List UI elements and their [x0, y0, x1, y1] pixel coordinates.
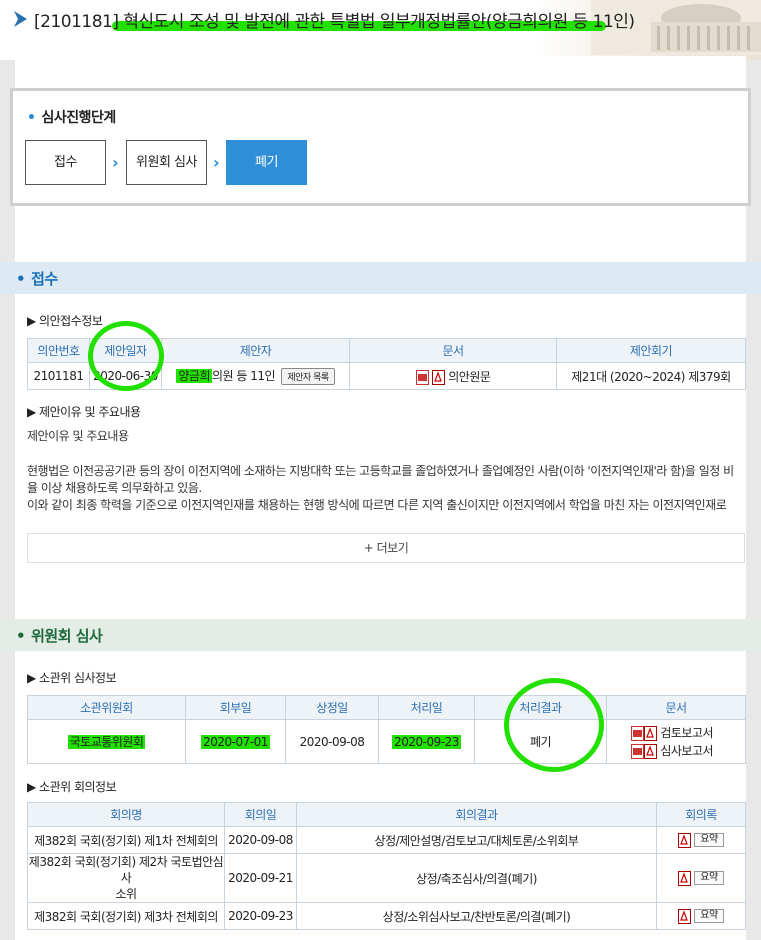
column-header: 문서 — [349, 338, 557, 363]
step-committee-review[interactable]: 위원회 심사 — [126, 140, 207, 185]
column-header: 소관위원회 — [27, 695, 186, 720]
committee-name: 국토교통위원회 — [27, 719, 186, 764]
bill-info-heading: ▶ 의안접수정보 — [27, 314, 103, 328]
chevron-right-icon: › — [213, 153, 220, 172]
page-header: [2101181] 혁신도시 조성 및 발전에 관한 특별법 일부개정법률안(양… — [0, 0, 761, 60]
column-header: 회의일 — [224, 802, 297, 827]
chevron-right-icon: › — [112, 153, 119, 172]
column-header: 회의명 — [27, 802, 225, 827]
pdf-file-icon[interactable] — [431, 369, 445, 385]
meeting-info-table: 회의명 회의일 회의결과 회의록 제382회 국회(정기회) 제1차 전체회의 … — [27, 802, 746, 930]
meeting-result: 상정/소위심사보고/찬반토론/의결(폐기) — [296, 902, 657, 930]
meeting-result: 상정/축조심사/의결(폐기) — [296, 853, 657, 903]
section-title: 위원회 심사 — [31, 627, 103, 645]
meeting-date: 2020-09-23 — [224, 902, 297, 930]
summary-button[interactable]: 요약 — [694, 871, 724, 885]
pdf-file-icon[interactable] — [644, 743, 657, 759]
meeting-info-heading: ▶ 소관위 회의정보 — [27, 780, 117, 794]
step-receipt[interactable]: 접수 — [25, 140, 106, 185]
pdf-file-icon[interactable] — [678, 832, 692, 848]
minutes-cell: 요약 — [656, 826, 746, 854]
column-header: 제안자 — [161, 338, 350, 363]
proposer-list-button[interactable]: 제안자 목록 — [281, 368, 335, 385]
proposer-name[interactable]: 양금희 — [176, 369, 212, 383]
meeting-name: 제382회 국회(정기회) 제3차 전체회의 — [27, 902, 225, 930]
column-header: 상정일 — [285, 695, 379, 720]
committee-info-table: 소관위원회 회부일 상정일 처리일 처리결과 문서 국토교통위원회 2020-0… — [27, 695, 746, 764]
highlight-circle — [504, 678, 604, 772]
show-more-button[interactable]: + 더보기 — [27, 533, 745, 563]
page-title: [2101181] 혁신도시 조성 및 발전에 관한 특별법 일부개정법률안(양… — [34, 12, 635, 32]
hwp-file-icon[interactable] — [415, 369, 429, 385]
pdf-file-icon[interactable] — [644, 725, 657, 741]
committee-info-heading: ▶ 소관위 심사정보 — [27, 671, 117, 685]
summary-button[interactable]: 요약 — [694, 909, 724, 923]
bill-number: 2101181 — [27, 362, 90, 390]
reason-text: 현행법은 이전공공기관 등의 장이 이전지역에 소재하는 지방대학 또는 고등학… — [27, 464, 734, 495]
meeting-result: 상정/제안설명/검토보고/대체토론/소위회부 — [296, 826, 657, 854]
step-discarded[interactable]: 폐기 — [226, 140, 307, 185]
column-header: 회의결과 — [296, 802, 657, 827]
hwp-file-icon[interactable] — [631, 743, 644, 759]
present-date: 2020-09-08 — [285, 719, 379, 764]
bill-document-link[interactable]: 의안원문 — [448, 370, 491, 384]
section-header-committee: • 위원회 심사 — [0, 619, 761, 651]
highlight-circle — [88, 321, 164, 391]
minutes-cell: 요약 — [656, 902, 746, 930]
pdf-file-icon[interactable] — [678, 870, 692, 886]
minutes-cell: 요약 — [656, 853, 746, 903]
proposal-session: 제21대 (2020~2024) 제379회 — [556, 362, 746, 390]
process-date: 2020-09-23 — [378, 719, 475, 764]
summary-button[interactable]: 요약 — [694, 833, 724, 847]
column-header: 회부일 — [185, 695, 286, 720]
reason-heading: ▶ 제안이유 및 주요내용 — [27, 405, 141, 419]
column-header: 의안번호 — [27, 338, 90, 363]
committee-documents: 검토보고서 심사보고서 — [606, 719, 746, 764]
reason-label: 제안이유 및 주요내용 — [27, 429, 129, 443]
column-header: 회의록 — [656, 802, 746, 827]
table-row: 제382회 국회(정기회) 제2차 국토법안심사 소위 2020-09-21 상… — [27, 853, 746, 903]
referral-date: 2020-07-01 — [185, 719, 286, 764]
hwp-file-icon[interactable] — [631, 725, 644, 741]
proposer-cell: 양금희 의원 등 11인 제안자 목록 — [161, 362, 350, 390]
table-row: 제382회 국회(정기회) 제3차 전체회의 2020-09-23 상정/소위심… — [27, 902, 746, 930]
chevron-right-icon — [14, 11, 27, 27]
column-header: 문서 — [606, 695, 746, 720]
section-header-receipt: • 접수 — [0, 262, 761, 294]
column-header: 제안회기 — [556, 338, 746, 363]
meeting-name: 제382회 국회(정기회) 제1차 전체회의 — [27, 826, 225, 854]
reason-text: 이와 같이 최종 학력을 기준으로 이전지역인재를 채용하는 현행 방식에 따르… — [27, 498, 727, 512]
stage-progress-box: • 심사진행단계 접수 › 위원회 심사 › 폐기 — [10, 88, 751, 206]
meeting-name: 제382회 국회(정기회) 제2차 국토법안심사 소위 — [27, 853, 225, 903]
review-report-link[interactable]: 검토보고서 — [660, 726, 713, 740]
column-header: 처리일 — [378, 695, 475, 720]
table-row: 제382회 국회(정기회) 제1차 전체회의 2020-09-08 상정/제안설… — [27, 826, 746, 854]
pdf-file-icon[interactable] — [678, 908, 692, 924]
document-cell: 의안원문 — [349, 362, 557, 390]
meeting-date: 2020-09-21 — [224, 853, 297, 903]
examination-report-link[interactable]: 심사보고서 — [660, 744, 713, 758]
section-title: 접수 — [31, 270, 58, 288]
stage-title: • 심사진행단계 — [27, 110, 116, 126]
meeting-date: 2020-09-08 — [224, 826, 297, 854]
